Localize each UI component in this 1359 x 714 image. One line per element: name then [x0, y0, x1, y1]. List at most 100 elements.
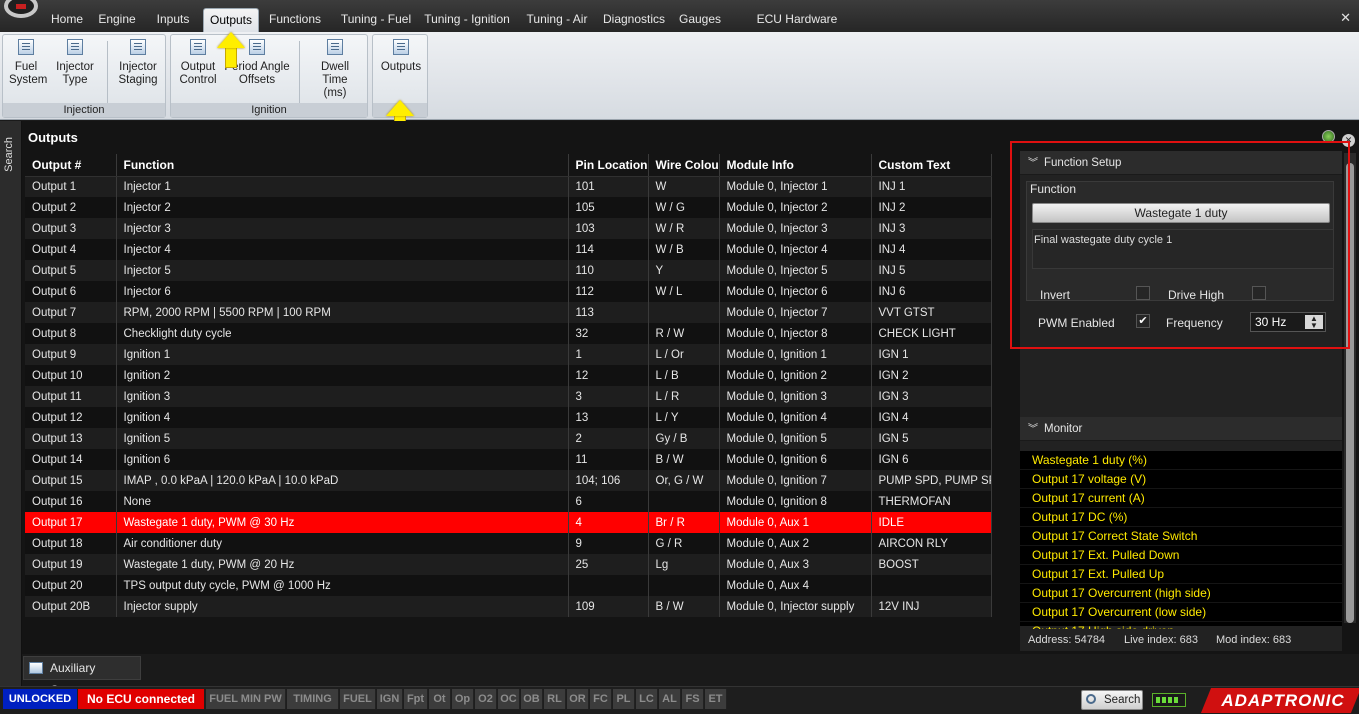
table-cell[interactable]: Output 18 [25, 533, 117, 554]
table-row[interactable]: Output 11 Ignition 33L / R Module 0, Ignit… [25, 386, 992, 407]
table-cell[interactable]: Br / R [648, 512, 720, 533]
table-cell[interactable]: 9 [568, 533, 649, 554]
table-cell[interactable]: Module 0, Injector 7 [719, 302, 872, 323]
table-cell[interactable]: G / R [648, 533, 720, 554]
table-cell[interactable]: Wastegate 1 duty, PWM @ 20 Hz [116, 554, 569, 575]
table-cell[interactable]: Module 0, Injector supply [719, 596, 872, 617]
table-cell[interactable]: Module 0, Ignition 8 [719, 491, 872, 512]
table-cell[interactable]: Air conditioner duty [116, 533, 569, 554]
table-cell[interactable]: Injector 5 [116, 260, 569, 281]
table-cell[interactable]: INJ 2 [871, 197, 992, 218]
monitor-item[interactable]: Output 17 Correct State Switch [1020, 527, 1342, 546]
menu-tab-functions[interactable]: Functions [264, 8, 326, 32]
table-cell[interactable]: IGN 4 [871, 407, 992, 428]
table-cell[interactable]: Or, G / W [648, 470, 720, 491]
table-cell[interactable]: Output 16 [25, 491, 117, 512]
table-cell[interactable]: TPS output duty cycle, PWM @ 1000 Hz [116, 575, 569, 596]
monitor-item[interactable]: Output 17 Overcurrent (low side) [1020, 603, 1342, 622]
monitor-item[interactable]: Wastegate 1 duty (%) [1020, 451, 1342, 470]
table-cell[interactable]: Module 0, Ignition 1 [719, 344, 872, 365]
table-cell[interactable]: Ignition 5 [116, 428, 569, 449]
table-cell[interactable]: Module 0, Injector 5 [719, 260, 872, 281]
table-cell[interactable]: Injector 1 [116, 176, 569, 197]
table-cell[interactable]: Injector 4 [116, 239, 569, 260]
app-logo[interactable] [0, 0, 44, 24]
table-row[interactable]: Output 3 Injector 3 103 W / R Module 0, Inje… [25, 218, 992, 239]
table-cell[interactable]: B / W [648, 449, 720, 470]
search-side-rail[interactable]: Search [0, 121, 22, 686]
table-cell[interactable]: 13 [568, 407, 649, 428]
table-cell[interactable] [871, 575, 992, 596]
table-cell[interactable]: 2 [568, 428, 649, 449]
table-row[interactable]: Output 19 Wastegate 1 duty, PWM @ 20 Hz 25… [25, 554, 992, 575]
table-row[interactable]: Output 10 Ignition 2 12 L / B Module 0, Igni… [25, 365, 992, 386]
table-cell[interactable]: 113 [568, 302, 649, 323]
table-cell[interactable]: Output 14 [25, 449, 117, 470]
menu-tab-home[interactable]: Home [46, 8, 88, 32]
table-row[interactable]: Output 7 RPM, 2000 RPM | 5500 RPM | 100 R… [25, 302, 992, 323]
table-row[interactable]: Output 1 Injector 1 101 W Module 0, Injector… [25, 176, 992, 197]
table-cell[interactable]: Output 12 [25, 407, 117, 428]
table-row[interactable]: Output 2 Injector 2 105 W / G Module 0, Inje… [25, 197, 992, 218]
table-cell[interactable]: INJ 5 [871, 260, 992, 281]
table-cell[interactable]: L / Y [648, 407, 720, 428]
table-cell[interactable]: INJ 6 [871, 281, 992, 302]
table-cell[interactable]: Output 15 [25, 470, 117, 491]
table-cell[interactable]: IGN 6 [871, 449, 992, 470]
table-cell[interactable]: 4 [568, 512, 649, 533]
table-row[interactable]: Output 14 Ignition 6 11 B / W Module 0, Igni… [25, 449, 992, 470]
table-row[interactable]: Output 20B Injector supply 109 B / W Module … [25, 596, 992, 617]
table-cell[interactable]: Module 0, Ignition 7 [719, 470, 872, 491]
table-row[interactable]: Output 5 Injector 5 110 Y Module 0, Injector… [25, 260, 992, 281]
table-row[interactable]: Output 15 IMAP , 0.0 kPaA | 120.0 kPaA | … [25, 470, 992, 491]
table-cell[interactable]: L / Or [648, 344, 720, 365]
table-row[interactable]: Output 17 Wastegate 1 duty, PWM @ 30 Hz 4 B… [25, 512, 992, 533]
table-cell[interactable]: Ignition 3 [116, 386, 569, 407]
table-cell[interactable]: Output 7 [25, 302, 117, 323]
table-cell[interactable]: L / B [648, 365, 720, 386]
table-cell[interactable]: Ignition 4 [116, 407, 569, 428]
table-cell[interactable]: Injector 2 [116, 197, 569, 218]
column-header[interactable]: Custom Text [871, 154, 992, 177]
table-row[interactable]: Output 4 Injector 4 114 W / B Module 0, Inje… [25, 239, 992, 260]
table-cell[interactable]: Module 0, Ignition 4 [719, 407, 872, 428]
table-cell[interactable]: INJ 4 [871, 239, 992, 260]
table-cell[interactable]: 3 [568, 386, 649, 407]
table-cell[interactable]: IGN 1 [871, 344, 992, 365]
table-cell[interactable]: Output 8 [25, 323, 117, 344]
close-icon[interactable]: ✕ [1340, 10, 1351, 26]
table-cell[interactable] [648, 491, 720, 512]
table-cell[interactable]: 12V INJ [871, 596, 992, 617]
table-cell[interactable]: Module 0, Aux 1 [719, 512, 872, 533]
table-cell[interactable]: IGN 3 [871, 386, 992, 407]
table-cell[interactable]: 11 [568, 449, 649, 470]
menu-tab-engine[interactable]: Engine [95, 8, 139, 32]
table-cell[interactable]: Module 0, Ignition 5 [719, 428, 872, 449]
menu-tab-ecu-hardware-settings[interactable]: ECU Hardware Settings [734, 8, 860, 48]
table-cell[interactable]: Ignition 6 [116, 449, 569, 470]
table-cell[interactable]: B / W [648, 596, 720, 617]
table-cell[interactable]: AIRCON RLY [871, 533, 992, 554]
table-cell[interactable]: W / R [648, 218, 720, 239]
table-cell[interactable]: 112 [568, 281, 649, 302]
table-cell[interactable] [568, 575, 649, 596]
table-cell[interactable]: Module 0, Ignition 3 [719, 386, 872, 407]
table-cell[interactable] [648, 575, 720, 596]
table-cell[interactable]: W [648, 176, 720, 197]
table-cell[interactable]: Output 4 [25, 239, 117, 260]
monitor-header[interactable]: ︾ Monitor [1020, 417, 1342, 441]
table-cell[interactable]: Output 11 [25, 386, 117, 407]
table-cell[interactable]: Output 6 [25, 281, 117, 302]
table-cell[interactable]: IGN 5 [871, 428, 992, 449]
table-cell[interactable]: Output 19 [25, 554, 117, 575]
table-cell[interactable]: IMAP , 0.0 kPaA | 120.0 kPaA | 10.0 kPaD [116, 470, 569, 491]
table-cell[interactable]: Injector supply [116, 596, 569, 617]
table-cell[interactable]: PUMP SPD, PUMP SPD [871, 470, 992, 491]
table-cell[interactable]: Module 0, Aux 4 [719, 575, 872, 596]
table-cell[interactable]: 109 [568, 596, 649, 617]
table-cell[interactable]: W / L [648, 281, 720, 302]
table-cell[interactable]: Y [648, 260, 720, 281]
menu-tab-inputs[interactable]: Inputs [150, 8, 196, 32]
table-row[interactable]: Output 8 Checklight duty cycle 32 R / W Modu… [25, 323, 992, 344]
table-cell[interactable]: 101 [568, 176, 649, 197]
